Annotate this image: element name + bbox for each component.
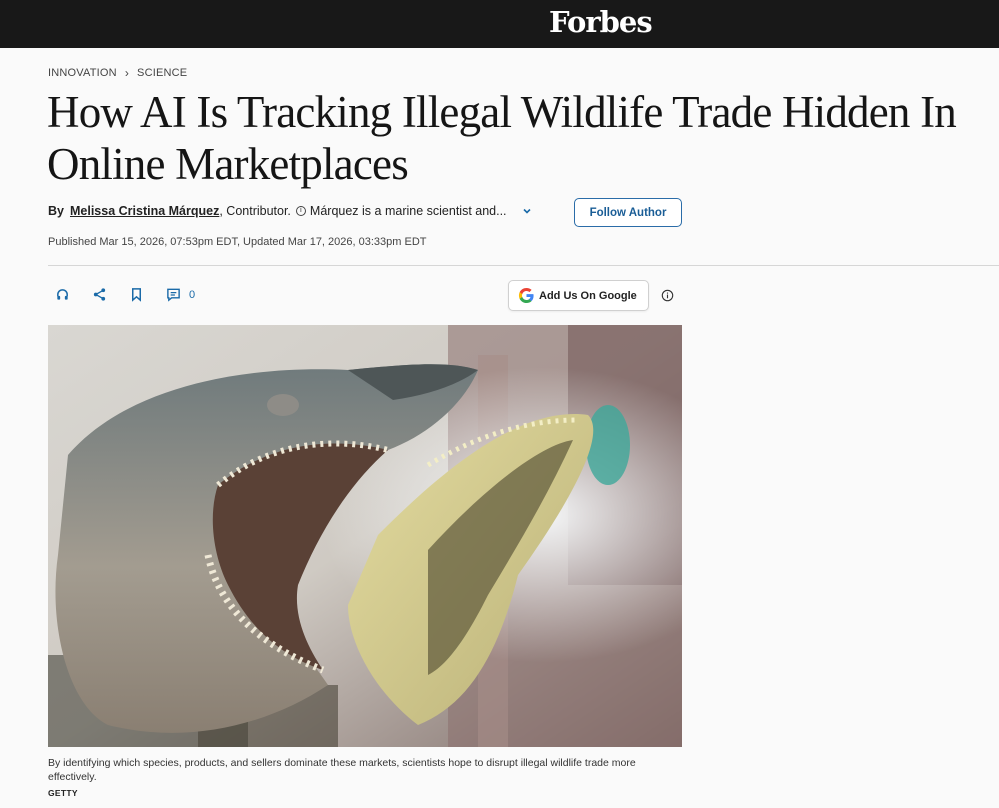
- shark-jaws-photo: [48, 325, 682, 747]
- byline-prefix: By: [48, 204, 64, 218]
- google-icon: [518, 287, 534, 304]
- share-icon: [93, 288, 106, 301]
- comment-count: 0: [189, 288, 196, 301]
- info-circle-icon: i: [295, 206, 306, 216]
- top-bar: Forbes: [0, 0, 999, 48]
- chevron-down-icon[interactable]: [521, 205, 533, 217]
- listen-button[interactable]: [55, 287, 70, 302]
- image-caption: By identifying which species, products, …: [48, 757, 636, 783]
- divider: [48, 265, 999, 266]
- byline: By Melissa Cristina Márquez , Contributo…: [48, 204, 533, 218]
- headphones-icon: [57, 289, 68, 300]
- image-credit: GETTY: [48, 788, 78, 798]
- contributor-label: , Contributor.: [219, 204, 291, 218]
- comment-icon: [167, 288, 180, 302]
- google-button-label: Add Us On Google: [539, 289, 637, 302]
- chevron-right-icon: ›: [124, 66, 130, 80]
- add-us-on-google-button[interactable]: Add Us On Google: [508, 280, 649, 311]
- hero-image: [48, 325, 682, 747]
- breadcrumb: INNOVATION › SCIENCE: [48, 66, 187, 80]
- follow-author-button[interactable]: Follow Author: [574, 198, 682, 227]
- author-bio: Márquez is a marine scientist and...: [309, 204, 507, 218]
- article-title: How AI Is Tracking Illegal Wildlife Trad…: [47, 87, 957, 189]
- share-button[interactable]: [92, 287, 107, 302]
- comments-button[interactable]: 0: [166, 287, 195, 302]
- publish-dates: Published Mar 15, 2026, 07:53pm EDT, Upd…: [48, 236, 427, 248]
- bookmark-icon: [132, 288, 141, 302]
- bookmark-button[interactable]: [129, 287, 144, 302]
- breadcrumb-science[interactable]: SCIENCE: [137, 67, 187, 79]
- breadcrumb-innovation[interactable]: INNOVATION: [48, 67, 117, 79]
- article-toolbar: 0: [55, 287, 217, 302]
- forbes-logo[interactable]: Forbes: [549, 5, 653, 39]
- author-link[interactable]: Melissa Cristina Márquez: [70, 204, 219, 218]
- info-icon[interactable]: [661, 289, 674, 302]
